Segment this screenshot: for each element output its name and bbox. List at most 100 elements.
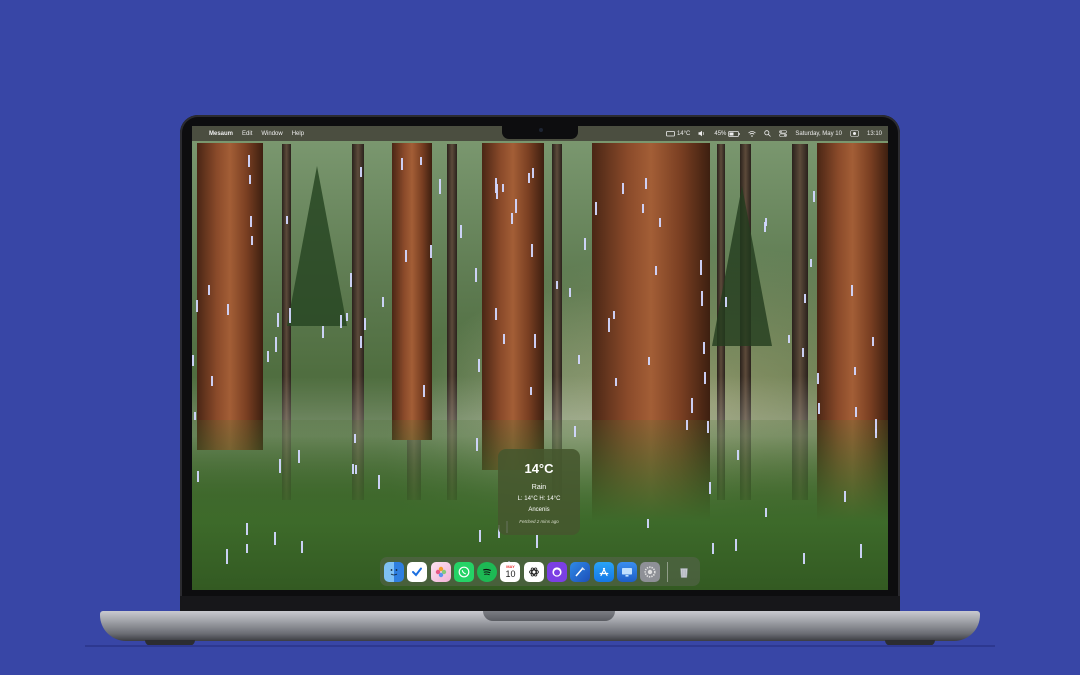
rain-streak	[737, 450, 739, 460]
rain-streak	[556, 281, 558, 289]
menu-edit[interactable]: Edit	[242, 131, 252, 137]
camera-icon	[539, 128, 543, 132]
rain-streak	[613, 311, 615, 319]
rain-streak	[803, 553, 805, 564]
finder-icon[interactable]	[384, 561, 404, 582]
github-icon[interactable]	[547, 561, 568, 582]
weather-widget[interactable]: 14°C Rain L: 14°C H: 14°C Ancenis Fetche…	[498, 449, 580, 535]
weather-status[interactable]: 14°C	[666, 131, 690, 137]
rain-streak	[764, 222, 766, 232]
search-icon[interactable]	[764, 130, 772, 137]
rain-streak	[704, 372, 706, 384]
chatgpt-icon[interactable]	[523, 561, 544, 582]
rain-streak	[574, 426, 576, 437]
whatsapp-icon[interactable]	[453, 561, 474, 582]
rain-streak	[872, 337, 874, 346]
rain-streak	[246, 544, 248, 553]
rain-streak	[226, 549, 228, 564]
volume-icon[interactable]	[698, 130, 706, 137]
rain-streak	[844, 491, 846, 502]
rain-streak	[536, 535, 538, 548]
rain-streak	[622, 183, 624, 194]
trash-icon[interactable]	[674, 562, 694, 582]
rain-streak	[725, 297, 727, 307]
menu-window[interactable]: Window	[261, 131, 282, 137]
rain-streak	[804, 294, 806, 303]
battery-status[interactable]: 45%	[714, 130, 741, 137]
rain-streak	[810, 259, 812, 267]
battery-icon	[728, 130, 741, 137]
floor-shadow	[85, 645, 995, 647]
pine-tree	[712, 186, 772, 346]
rain-streak	[279, 459, 281, 473]
rain-streak	[530, 387, 532, 395]
rain-streak	[475, 268, 477, 282]
appstore-icon[interactable]	[593, 561, 614, 582]
rain-streak	[405, 250, 407, 262]
desktop-screen: Mesaum Edit Window Help 14°C 45% Saturda…	[192, 126, 888, 590]
siri-icon[interactable]	[850, 130, 859, 137]
settings-icon[interactable]	[640, 561, 661, 582]
status-temperature: 14°C	[676, 130, 691, 137]
rain-streak	[289, 308, 291, 323]
wifi-icon[interactable]	[748, 130, 757, 137]
calendar-icon[interactable]: MAY 10	[500, 561, 521, 582]
rain-streak	[765, 508, 767, 517]
rain-streak	[378, 475, 380, 489]
tasks-icon[interactable]	[407, 561, 428, 582]
rain-streak	[503, 334, 505, 344]
rain-streak	[382, 297, 384, 307]
remote-desktop-icon[interactable]	[616, 561, 637, 582]
rain-streak	[700, 260, 702, 275]
rain-streak	[360, 167, 362, 177]
rain-streak	[818, 403, 820, 414]
menu-help[interactable]: Help	[292, 131, 304, 137]
widget-temperature: 14°C	[524, 461, 554, 476]
rain-streak	[476, 438, 478, 451]
rain-streak	[360, 336, 362, 348]
rain-streak	[286, 216, 288, 224]
rain-streak	[401, 158, 403, 170]
rain-streak	[584, 238, 586, 250]
rain-streak	[340, 315, 342, 328]
rain-streak	[802, 348, 804, 357]
rain-streak	[251, 236, 253, 245]
control-center-icon[interactable]	[779, 130, 788, 137]
rain-streak	[430, 245, 432, 258]
rain-streak	[250, 216, 252, 227]
rain-streak	[615, 378, 617, 386]
rain-streak	[495, 308, 497, 320]
rain-streak	[211, 376, 213, 386]
status-time[interactable]: 13:10	[867, 131, 882, 137]
rain-streak	[659, 218, 661, 227]
redwood-trunk	[392, 143, 432, 440]
rain-streak	[528, 173, 530, 183]
rain-streak	[423, 385, 425, 397]
trackpad-notch	[483, 611, 615, 621]
rain-streak	[707, 421, 709, 433]
rain-streak	[355, 465, 357, 474]
rain-streak	[578, 355, 580, 364]
rain-streak	[569, 288, 571, 297]
rain-streak	[479, 530, 481, 542]
rain-streak	[197, 471, 199, 482]
rain-streak	[595, 202, 597, 215]
status-date[interactable]: Saturday, May 10	[795, 131, 842, 137]
spotify-icon[interactable]	[477, 561, 498, 582]
rain-streak	[277, 313, 279, 327]
redwood-trunk	[197, 143, 263, 450]
rain-streak	[647, 519, 649, 528]
calendar-day: 10	[505, 568, 516, 579]
battery-percent: 45%	[714, 130, 727, 137]
rain-streak	[854, 367, 856, 375]
rain-streak	[439, 179, 441, 194]
photos-icon[interactable]	[430, 561, 451, 582]
app-menu[interactable]: Mesaum	[209, 131, 233, 137]
rain-streak	[813, 191, 815, 202]
rain-streak	[350, 273, 352, 287]
rain-streak	[460, 225, 462, 238]
xcode-icon[interactable]	[570, 561, 591, 582]
rain-streak	[364, 318, 366, 330]
rain-streak	[502, 184, 504, 192]
rain-streak	[208, 285, 210, 295]
